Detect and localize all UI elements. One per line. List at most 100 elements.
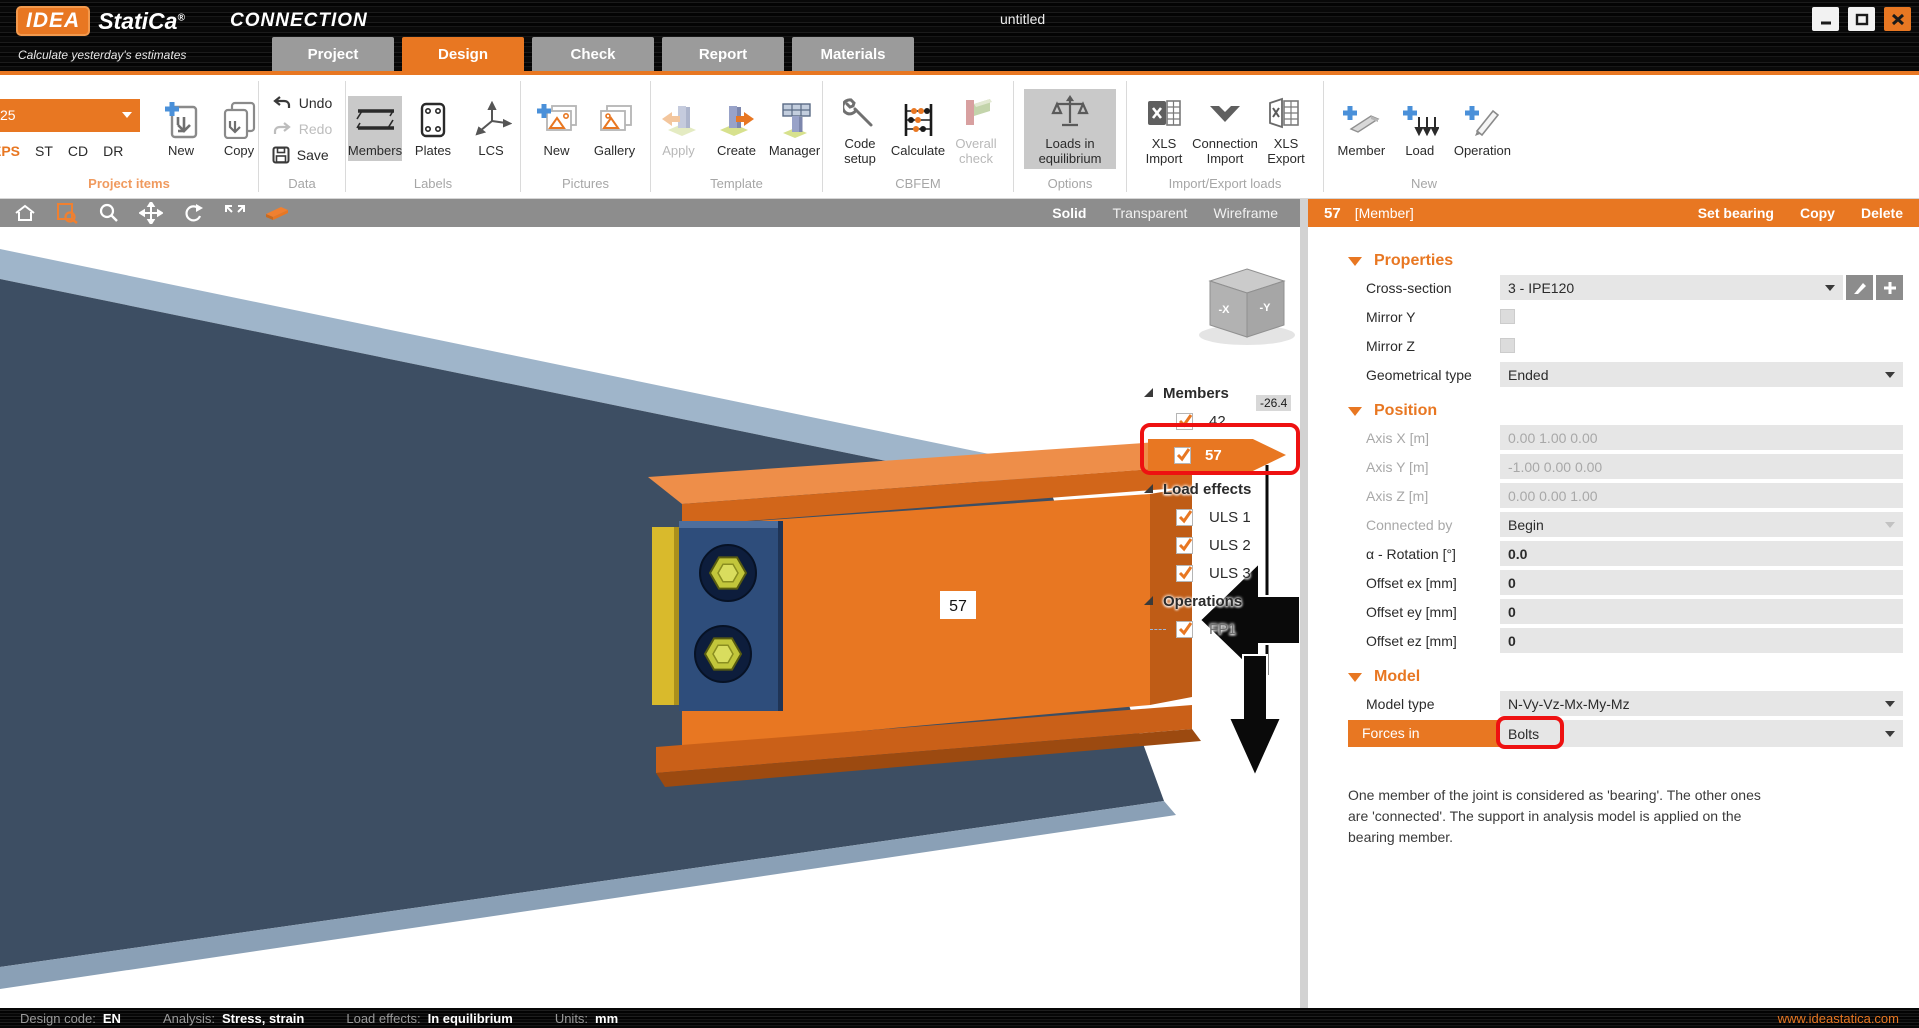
offset-ey-input[interactable]: 0 xyxy=(1500,599,1903,624)
code-st[interactable]: ST xyxy=(35,143,53,159)
navigation-cube[interactable]: -X -Y xyxy=(1192,265,1300,349)
offset-ez-input[interactable]: 0 xyxy=(1500,628,1903,653)
calculate-button[interactable]: Overall check Calculate xyxy=(891,96,945,161)
code-eps[interactable]: EPS xyxy=(0,143,20,159)
minimize-icon xyxy=(1819,13,1833,25)
plate-view-button[interactable] xyxy=(264,201,290,225)
plates-labels-button[interactable]: Plates xyxy=(406,96,460,161)
tab-design[interactable]: Design xyxy=(402,37,524,71)
view-mode-solid[interactable]: Solid xyxy=(1052,205,1086,221)
view-mode-transparent[interactable]: Transparent xyxy=(1112,205,1187,221)
tree-item-fp1[interactable]: FP1 xyxy=(1136,615,1300,643)
overall-check-button[interactable]: Overall check xyxy=(949,89,1003,169)
checkbox-fp1[interactable] xyxy=(1176,621,1193,638)
zoom-fit-button[interactable] xyxy=(222,201,248,225)
view-mode-wireframe[interactable]: Wireframe xyxy=(1213,205,1278,221)
mirror-y-checkbox[interactable] xyxy=(1500,309,1515,324)
tree-item-member-57-selected[interactable]: 57 xyxy=(1148,439,1286,471)
tab-check[interactable]: Check xyxy=(532,37,654,71)
registered-mark: ® xyxy=(177,12,184,23)
new-picture-button[interactable]: New xyxy=(530,96,584,161)
offset-ex-input[interactable]: 0 xyxy=(1500,570,1903,595)
collapse-triangle-icon[interactable] xyxy=(1348,673,1362,682)
delete-member-button[interactable]: Delete xyxy=(1861,205,1903,221)
cross-section-select[interactable]: 3 - IPE120 xyxy=(1500,275,1843,300)
tree-header-operations[interactable]: Operations xyxy=(1136,587,1300,615)
new-load-button[interactable]: Load xyxy=(1393,96,1447,161)
gallery-button[interactable]: Gallery xyxy=(588,96,642,161)
redo-button[interactable]: Redo xyxy=(272,118,332,140)
project-item-selector[interactable]: 25 xyxy=(0,99,140,132)
save-button[interactable]: Save xyxy=(272,144,332,166)
member-57-tag[interactable]: 57 xyxy=(940,591,976,619)
collapse-triangle-icon[interactable] xyxy=(1348,257,1362,266)
checkbox-member-42[interactable] xyxy=(1176,413,1193,430)
zoom-button[interactable] xyxy=(96,201,122,225)
tab-project[interactable]: Project xyxy=(272,37,394,71)
home-view-button[interactable] xyxy=(12,201,38,225)
tree-item-uls1[interactable]: ULS 1 xyxy=(1136,503,1300,531)
checkbox-member-57[interactable] xyxy=(1174,447,1191,464)
viewport-3d[interactable]: 57 -X -Y -26.4 Members xyxy=(0,227,1300,1008)
bolt-top[interactable] xyxy=(700,545,756,601)
loads-in-equilibrium-button[interactable]: Loads in equilibrium xyxy=(1024,89,1116,169)
tree-item-member-42[interactable]: 42 xyxy=(1136,407,1300,435)
set-bearing-button[interactable]: Set bearing xyxy=(1698,205,1774,221)
section-position[interactable]: Position xyxy=(1348,397,1903,425)
tab-materials[interactable]: Materials xyxy=(792,37,914,71)
checkbox-uls1[interactable] xyxy=(1176,509,1193,526)
expander-icon[interactable] xyxy=(1144,484,1153,493)
section-properties[interactable]: Properties xyxy=(1348,247,1903,275)
close-button[interactable] xyxy=(1884,7,1911,31)
maximize-button[interactable] xyxy=(1848,7,1875,31)
code-cd[interactable]: CD xyxy=(68,143,88,159)
xls-export-button[interactable]: XLS Export xyxy=(1259,89,1313,169)
checkbox-uls3[interactable] xyxy=(1176,565,1193,582)
members-labels-button[interactable]: Members xyxy=(348,96,402,161)
maximize-icon xyxy=(1855,13,1869,26)
section-model[interactable]: Model xyxy=(1348,663,1903,691)
copy-icon xyxy=(222,99,256,141)
lcs-labels-button[interactable]: LCS xyxy=(464,96,518,161)
tree-item-label: ULS 2 xyxy=(1209,537,1251,554)
code-setup-button[interactable]: Code setup xyxy=(833,89,887,169)
collapse-triangle-icon[interactable] xyxy=(1348,407,1362,416)
rotation-input[interactable]: 0.0 xyxy=(1500,541,1903,566)
undo-button[interactable]: Undo xyxy=(272,92,332,114)
tree-header-load-effects[interactable]: Load effects xyxy=(1136,475,1300,503)
splitter[interactable] xyxy=(1300,227,1308,1008)
checkbox-uls2[interactable] xyxy=(1176,537,1193,554)
bolt-bottom[interactable] xyxy=(695,626,751,682)
expander-icon[interactable] xyxy=(1144,388,1153,397)
website-link[interactable]: www.ideastatica.com xyxy=(1778,1011,1899,1026)
tree-header-members[interactable]: Members xyxy=(1136,379,1300,407)
create-template-button[interactable]: Create xyxy=(710,96,764,161)
tab-report[interactable]: Report xyxy=(662,37,784,71)
new-operation-button[interactable]: Operation xyxy=(1451,96,1514,161)
status-bar: Design code: EN Analysis: Stress, strain… xyxy=(0,1008,1919,1028)
expander-icon[interactable] xyxy=(1144,596,1153,605)
geometrical-type-select[interactable]: Ended xyxy=(1500,362,1903,387)
minimize-button[interactable] xyxy=(1812,7,1839,31)
model-type-select[interactable]: N-Vy-Vz-Mx-My-Mz xyxy=(1500,691,1903,716)
pan-button[interactable] xyxy=(138,201,164,225)
template-manager-button[interactable]: Manager xyxy=(768,96,822,161)
new-project-item-button[interactable]: New xyxy=(154,96,208,161)
code-dr[interactable]: DR xyxy=(103,143,123,159)
add-cross-section-button[interactable] xyxy=(1876,275,1903,300)
yellow-plate[interactable] xyxy=(652,527,679,705)
forces-in-select[interactable]: Bolts xyxy=(1500,720,1903,747)
load-arrow-down xyxy=(1229,655,1281,776)
tree-item-uls2[interactable]: ULS 2 xyxy=(1136,531,1300,559)
tree-item-uls3[interactable]: ULS 3 xyxy=(1136,559,1300,587)
mirror-z-checkbox[interactable] xyxy=(1500,338,1515,353)
apply-template-button[interactable]: Apply xyxy=(652,96,706,161)
xls-import-button[interactable]: XLS Import xyxy=(1137,89,1191,169)
rotate-button[interactable] xyxy=(180,201,206,225)
new-member-button[interactable]: Member xyxy=(1334,96,1389,161)
edit-cross-section-button[interactable] xyxy=(1846,275,1873,300)
connection-import-button[interactable]: Connection Import xyxy=(1195,89,1255,169)
zoom-window-button[interactable] xyxy=(54,201,80,225)
copy-member-button[interactable]: Copy xyxy=(1800,205,1835,221)
apply-template-icon xyxy=(660,99,698,141)
